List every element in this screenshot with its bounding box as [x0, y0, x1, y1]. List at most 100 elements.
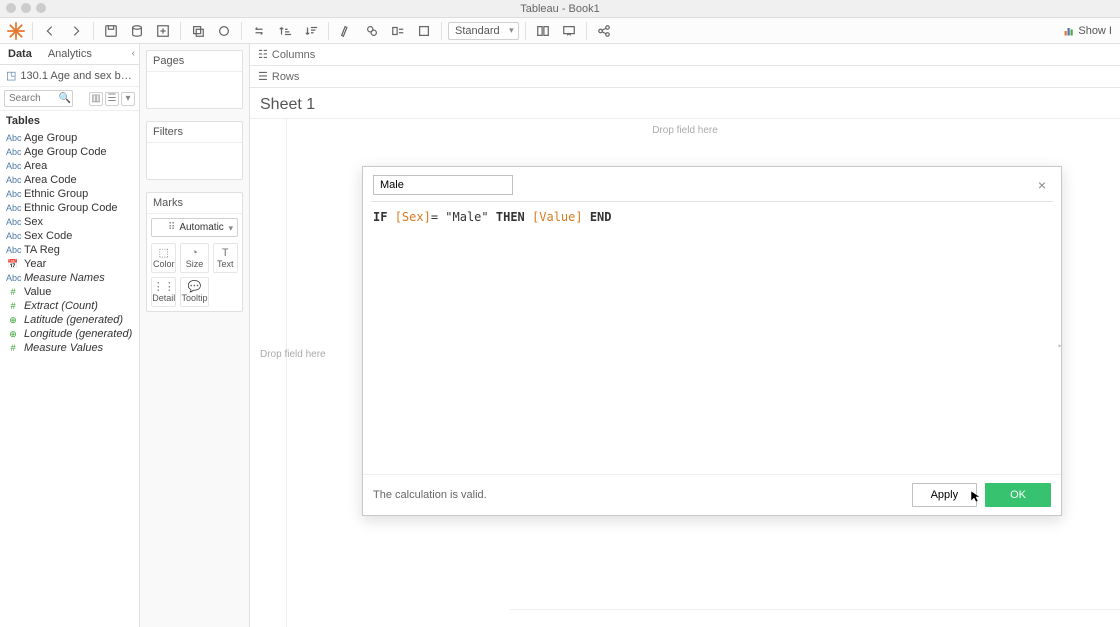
new-data-button[interactable] — [126, 21, 148, 41]
sheet-title[interactable]: Sheet 1 — [250, 88, 1120, 118]
field-sex[interactable]: AbcSex — [2, 215, 137, 229]
titlebar: Tableau - Book1 — [0, 0, 1120, 18]
field-ethnic-group-code[interactable]: AbcEthnic Group Code — [2, 201, 137, 215]
filters-label: Filters — [147, 122, 242, 143]
show-me-button[interactable]: Show I — [1061, 21, 1114, 41]
apply-button[interactable]: Apply — [912, 483, 978, 507]
marks-type-select[interactable]: ⠿ Automatic — [151, 218, 238, 237]
datasource-icon: ◳ — [6, 69, 16, 82]
share-button[interactable] — [593, 21, 615, 41]
field-measure-values[interactable]: #Measure Values — [2, 341, 137, 355]
field-value[interactable]: #Value — [2, 285, 137, 299]
field-ta-reg[interactable]: AbcTA Reg — [2, 243, 137, 257]
marks-tooltip[interactable]: 💬Tooltip — [180, 277, 208, 307]
field-latitude[interactable]: ⊕Latitude (generated) — [2, 313, 137, 327]
field-longitude[interactable]: ⊕Longitude (generated) — [2, 327, 137, 341]
tab-data[interactable]: Data — [0, 44, 40, 64]
field-area-code[interactable]: AbcArea Code — [2, 173, 137, 187]
pin-button[interactable] — [413, 21, 435, 41]
sort-desc-button[interactable] — [300, 21, 322, 41]
field-age-group-code[interactable]: AbcAge Group Code — [2, 145, 137, 159]
highlight-button[interactable] — [335, 21, 357, 41]
rows-icon: ☰ — [258, 70, 268, 83]
abc-icon: Abc — [6, 245, 20, 255]
forward-button[interactable] — [65, 21, 87, 41]
drop-hint-top: Drop field here — [652, 125, 718, 136]
filter-fields-icon[interactable]: ▥ — [89, 92, 103, 106]
toolbar: Standard Show I — [0, 18, 1120, 44]
abc-icon: Abc — [6, 189, 20, 199]
tableau-logo-icon[interactable] — [6, 21, 26, 41]
field-year[interactable]: 📅Year — [2, 257, 137, 271]
status-strip — [510, 609, 1120, 623]
field-measure-names[interactable]: AbcMeasure Names — [2, 271, 137, 285]
calendar-icon: 📅 — [6, 259, 20, 270]
fields-list: AbcAge Group AbcAge Group Code AbcArea A… — [0, 131, 139, 627]
minimize-window-icon[interactable] — [21, 3, 31, 13]
globe-icon: ⊕ — [6, 315, 20, 326]
globe-icon: ⊕ — [6, 329, 20, 340]
rows-shelf[interactable]: ☰Rows — [250, 66, 1120, 88]
automatic-icon: ⠿ — [168, 222, 175, 233]
number-icon: # — [6, 301, 20, 311]
swap-button[interactable] — [248, 21, 270, 41]
columns-shelf[interactable]: ☷Columns — [250, 44, 1120, 66]
abc-icon: Abc — [6, 217, 20, 227]
duplicate-button[interactable] — [187, 21, 209, 41]
pages-shelf[interactable]: Pages — [146, 50, 243, 109]
marks-size[interactable]: ◔Size — [180, 243, 208, 273]
sort-asc-button[interactable] — [274, 21, 296, 41]
new-worksheet-button[interactable] — [152, 21, 174, 41]
ok-button[interactable]: OK — [985, 483, 1051, 507]
field-age-group[interactable]: AbcAge Group — [2, 131, 137, 145]
calc-formula-editor[interactable]: IF [Sex]= "Male" THEN [Value] END ▸ — [363, 202, 1061, 474]
collapse-pane-icon[interactable]: ‹ — [128, 44, 139, 64]
field-ethnic-group[interactable]: AbcEthnic Group — [2, 187, 137, 201]
calc-name-input[interactable] — [373, 175, 513, 195]
datasource-item[interactable]: ◳ 130.1 Age and sex by eth... — [0, 65, 139, 87]
labels-button[interactable] — [387, 21, 409, 41]
filters-shelf[interactable]: Filters — [146, 121, 243, 180]
cursor-icon — [970, 490, 982, 502]
window-controls[interactable] — [6, 3, 46, 13]
close-icon[interactable]: × — [1033, 176, 1051, 194]
search-icon: 🔍 — [59, 93, 71, 104]
field-sex-code[interactable]: AbcSex Code — [2, 229, 137, 243]
marks-card: Marks ⠿ Automatic ⬚Color ◔Size TText ⋮⋮D… — [146, 192, 243, 312]
view-fields-icon[interactable]: ☰ — [105, 92, 119, 106]
fit-select[interactable]: Standard — [448, 22, 519, 40]
abc-icon: Abc — [6, 231, 20, 241]
marks-color[interactable]: ⬚Color — [151, 243, 176, 273]
abc-icon: Abc — [6, 147, 20, 157]
shelves-column: Pages Filters Marks ⠿ Automatic ⬚Color ◔… — [140, 44, 250, 627]
clear-button[interactable] — [213, 21, 235, 41]
detail-icon: ⋮⋮ — [153, 282, 175, 293]
fields-menu-icon[interactable]: ▾ — [121, 92, 135, 106]
abc-icon: Abc — [6, 273, 20, 283]
calculated-field-dialog: × IF [Sex]= "Male" THEN [Value] END ▸ Th… — [362, 166, 1062, 516]
presentation-button[interactable] — [558, 21, 580, 41]
group-button[interactable] — [361, 21, 383, 41]
datasource-label: 130.1 Age and sex by eth... — [20, 70, 133, 82]
number-icon: # — [6, 343, 20, 353]
back-button[interactable] — [39, 21, 61, 41]
field-area[interactable]: AbcArea — [2, 159, 137, 173]
marks-detail[interactable]: ⋮⋮Detail — [151, 277, 176, 307]
drop-hint-left: Drop field here — [260, 348, 326, 361]
abc-icon: Abc — [6, 133, 20, 143]
tables-header: Tables — [0, 111, 139, 131]
color-icon: ⬚ — [159, 248, 169, 259]
calc-status: The calculation is valid. — [373, 489, 487, 501]
zoom-window-icon[interactable] — [36, 3, 46, 13]
tab-analytics[interactable]: Analytics — [40, 44, 100, 64]
save-button[interactable] — [100, 21, 122, 41]
field-extract-count[interactable]: #Extract (Count) — [2, 299, 137, 313]
abc-icon: Abc — [6, 175, 20, 185]
marks-text[interactable]: TText — [213, 243, 239, 273]
expand-handle-icon[interactable]: ▸ — [1057, 338, 1063, 352]
data-pane: Data Analytics ‹ ◳ 130.1 Age and sex by … — [0, 44, 140, 627]
close-window-icon[interactable] — [6, 3, 16, 13]
show-cards-button[interactable] — [532, 21, 554, 41]
marks-label: Marks — [147, 193, 242, 214]
size-icon: ◔ — [191, 248, 198, 259]
